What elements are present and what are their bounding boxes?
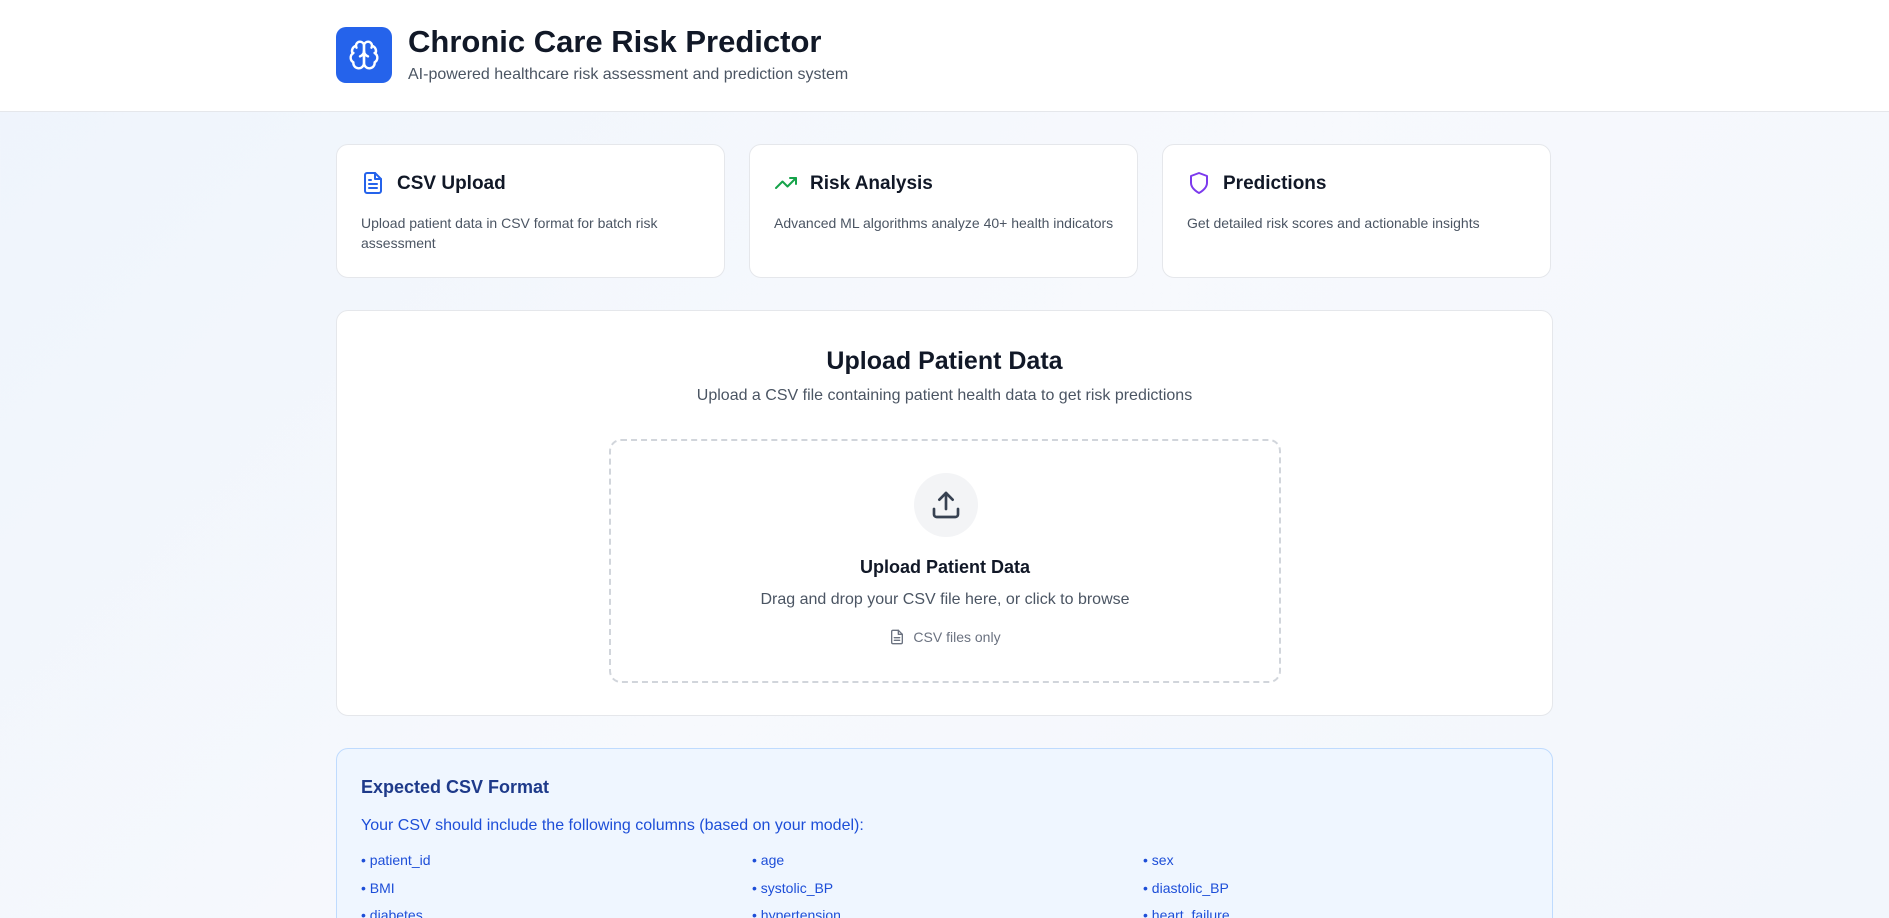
upload-section-subtitle: Upload a CSV file containing patient hea… — [696, 387, 1193, 404]
feature-description: Advanced ML algorithms analyze 40+ healt… — [774, 215, 1114, 231]
app-subtitle: AI-powered healthcare risk assessment an… — [408, 66, 849, 83]
feature-card-csv-upload: CSV Upload Upload patient data in CSV fo… — [336, 144, 725, 278]
brain-icon — [349, 40, 379, 70]
app-header: Chronic Care Risk Predictor AI-powered h… — [0, 0, 1889, 112]
trending-up-icon — [775, 177, 797, 189]
feature-description: Get detailed risk scores and actionable … — [1187, 215, 1480, 231]
app-title: Chronic Care Risk Predictor — [408, 24, 822, 59]
dropzone-hint: Drag and drop your CSV file here, or cli… — [760, 591, 1130, 608]
column-item: • BMI — [361, 880, 395, 896]
column-item: • diabetes — [361, 907, 423, 918]
dropzone-note-label: CSV files only — [913, 629, 1001, 645]
upload-section: Upload Patient Data Upload a CSV file co… — [336, 310, 1553, 716]
column-item: • systolic_BP — [752, 880, 834, 896]
feature-card-risk-analysis: Risk Analysis Advanced ML algorithms ana… — [749, 144, 1138, 278]
dropzone-title: Upload Patient Data — [859, 557, 1031, 577]
column-item: • hypertension — [752, 907, 841, 918]
feature-title: Risk Analysis — [810, 173, 933, 194]
feature-card-predictions: Predictions Get detailed risk scores and… — [1162, 144, 1551, 278]
feature-title: Predictions — [1223, 173, 1327, 194]
file-icon — [891, 629, 904, 645]
feature-description: Upload patient data in CSV format for ba… — [361, 215, 658, 251]
app-logo — [336, 27, 392, 83]
column-item: • age — [752, 852, 785, 868]
feature-title: CSV Upload — [397, 173, 506, 194]
column-item: • diastolic_BP — [1143, 880, 1229, 896]
csv-dropzone[interactable]: Upload Patient Data Drag and drop your C… — [609, 439, 1281, 683]
upload-section-title: Upload Patient Data — [826, 347, 1063, 375]
expected-csv-format: Expected CSV Format Your CSV should incl… — [336, 748, 1553, 918]
dropzone-note: CSV files only — [611, 629, 1279, 645]
column-item: • sex — [1143, 852, 1174, 868]
upload-icon — [932, 491, 960, 519]
file-text-icon — [364, 172, 382, 194]
format-title: Expected CSV Format — [361, 777, 550, 797]
column-item: • heart_failure — [1143, 907, 1230, 918]
format-intro: Your CSV should include the following co… — [361, 817, 864, 834]
upload-icon-circle — [914, 473, 978, 537]
shield-icon — [1190, 172, 1208, 194]
column-item: • patient_id — [361, 852, 431, 868]
